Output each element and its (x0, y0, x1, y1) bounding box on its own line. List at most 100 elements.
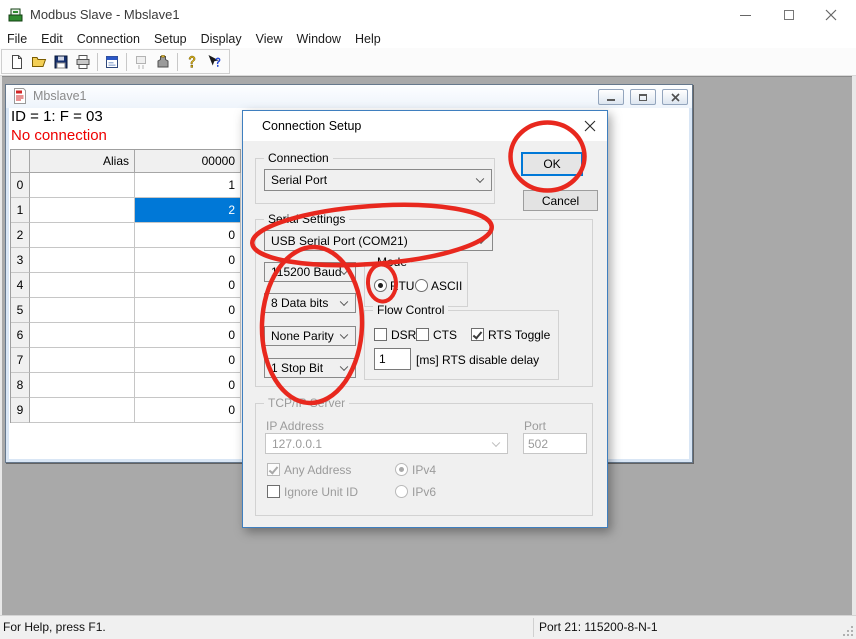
child-titlebar[interactable]: Mbslave1 (6, 85, 692, 108)
menu-view[interactable]: View (249, 30, 290, 48)
value-cell[interactable]: 1 (135, 173, 241, 198)
parity-combo[interactable]: None Parity (264, 326, 356, 346)
radio-dot-icon (378, 283, 383, 288)
data-bits-combo[interactable]: 8 Data bits (264, 293, 356, 313)
alias-cell[interactable] (30, 198, 135, 223)
child-minimize-icon (607, 99, 615, 101)
connection-status-text: No connection (11, 127, 107, 144)
alias-cell[interactable] (30, 248, 135, 273)
context-help-button[interactable] (203, 51, 225, 73)
rts-delay-label: [ms] RTS disable delay (416, 353, 539, 367)
row-header[interactable]: 2 (11, 223, 30, 248)
table-row: 7 0 (11, 348, 241, 373)
menu-edit[interactable]: Edit (34, 30, 70, 48)
alias-cell[interactable] (30, 273, 135, 298)
alias-cell[interactable] (30, 223, 135, 248)
menu-display[interactable]: Display (194, 30, 249, 48)
connection-type-value: Serial Port (271, 173, 327, 187)
row-header[interactable]: 8 (11, 373, 30, 398)
grid-corner-header (11, 150, 30, 173)
cancel-button[interactable]: Cancel (523, 190, 598, 211)
rtu-radio-label[interactable]: RTU (390, 279, 414, 293)
serial-port-value: USB Serial Port (COM21) (271, 234, 408, 248)
help-button[interactable] (181, 51, 203, 73)
row-header[interactable]: 0 (11, 173, 30, 198)
alias-cell[interactable] (30, 173, 135, 198)
close-button[interactable] (810, 0, 852, 30)
ok-button[interactable]: OK (521, 152, 583, 176)
menu-file[interactable]: File (0, 30, 34, 48)
ipv4-radio (395, 463, 408, 476)
stop-bits-combo[interactable]: 1 Stop Bit (264, 358, 356, 378)
alias-cell[interactable] (30, 348, 135, 373)
serial-port-combo[interactable]: USB Serial Port (COM21) (264, 230, 493, 251)
row-header[interactable]: 6 (11, 323, 30, 348)
cts-checkbox[interactable] (416, 328, 429, 341)
alias-cell[interactable] (30, 373, 135, 398)
row-header[interactable]: 4 (11, 273, 30, 298)
communication-traffic-button[interactable] (152, 51, 174, 73)
app-icon (8, 7, 24, 23)
rts-toggle-checkbox-label[interactable]: RTS Toggle (488, 328, 550, 342)
toolbar-separator (177, 53, 178, 71)
connection-type-combo[interactable]: Serial Port (264, 169, 492, 191)
flow-control-group: Flow Control DSR CTS RTS Toggle 1 [ms] R… (364, 310, 559, 380)
menu-help[interactable]: Help (348, 30, 388, 48)
print-icon (75, 54, 91, 70)
baud-rate-combo[interactable]: 115200 Baud (264, 262, 356, 282)
open-file-button[interactable] (28, 51, 50, 73)
dsr-checkbox-label[interactable]: DSR (391, 328, 416, 342)
menu-window[interactable]: Window (290, 30, 348, 48)
ascii-radio-label[interactable]: ASCII (431, 279, 462, 293)
value-cell[interactable]: 0 (135, 248, 241, 273)
alias-cell[interactable] (30, 323, 135, 348)
window-title: Modbus Slave - Mbslave1 (30, 0, 180, 30)
cts-checkbox-label[interactable]: CTS (433, 328, 457, 342)
new-file-button[interactable] (6, 51, 28, 73)
value-cell[interactable]: 0 (135, 373, 241, 398)
menu-connection[interactable]: Connection (70, 30, 147, 48)
child-close-button[interactable] (662, 89, 688, 105)
connection-group-label: Connection (264, 151, 333, 165)
row-header[interactable]: 3 (11, 248, 30, 273)
save-file-button[interactable] (50, 51, 72, 73)
dsr-checkbox[interactable] (374, 328, 387, 341)
table-row: 6 0 (11, 323, 241, 348)
grid-alias-header[interactable]: Alias (30, 150, 135, 173)
value-cell-selected[interactable]: 2 (135, 198, 241, 223)
print-button[interactable] (72, 51, 94, 73)
rtu-radio[interactable] (374, 279, 387, 292)
alias-cell[interactable] (30, 298, 135, 323)
row-header[interactable]: 7 (11, 348, 30, 373)
maximize-button[interactable] (768, 0, 810, 30)
status-separator (533, 618, 534, 637)
dialog-close-button[interactable] (582, 118, 598, 134)
ascii-radio[interactable] (415, 279, 428, 292)
child-close-icon (671, 93, 680, 102)
new-file-icon (9, 54, 25, 70)
alias-cell[interactable] (30, 398, 135, 423)
table-row: 8 0 (11, 373, 241, 398)
minimize-button[interactable] (724, 0, 766, 30)
row-header[interactable]: 5 (11, 298, 30, 323)
row-header[interactable]: 1 (11, 198, 30, 223)
mode-group-label: Mode (373, 255, 411, 269)
main-titlebar: Modbus Slave - Mbslave1 (0, 0, 856, 30)
value-cell[interactable]: 0 (135, 273, 241, 298)
grid-register-header[interactable]: 00000 (135, 150, 241, 173)
menu-setup[interactable]: Setup (147, 30, 194, 48)
ignore-unit-id-checkbox[interactable] (267, 485, 280, 498)
rts-toggle-checkbox[interactable] (471, 328, 484, 341)
value-cell[interactable]: 0 (135, 323, 241, 348)
value-cell[interactable]: 0 (135, 298, 241, 323)
rts-delay-input[interactable]: 1 (374, 348, 411, 370)
display-definition-button[interactable] (101, 51, 123, 73)
resize-grip[interactable] (842, 625, 854, 637)
child-restore-button[interactable] (630, 89, 656, 105)
value-cell[interactable]: 0 (135, 348, 241, 373)
child-minimize-button[interactable] (598, 89, 624, 105)
row-header[interactable]: 9 (11, 398, 30, 423)
value-cell[interactable]: 0 (135, 398, 241, 423)
dialog-titlebar[interactable]: Connection Setup (243, 111, 607, 141)
value-cell[interactable]: 0 (135, 223, 241, 248)
